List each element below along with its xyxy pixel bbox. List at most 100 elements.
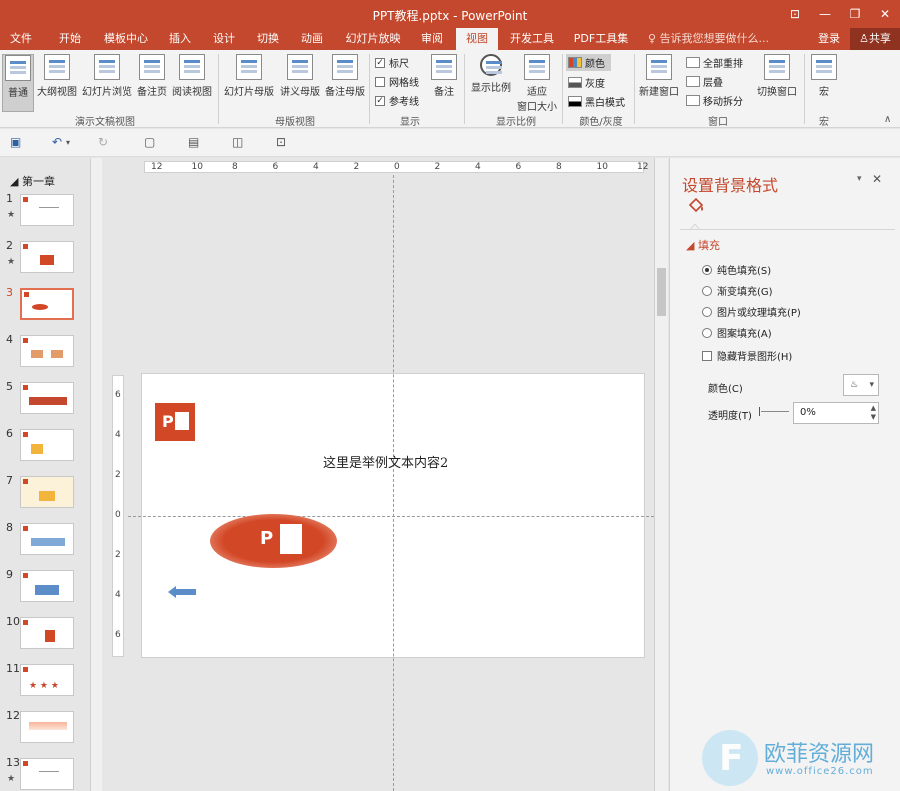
switch-window-button[interactable]: 切换窗口 — [752, 54, 802, 98]
gridlines-checkbox[interactable]: 网格线 — [375, 74, 419, 89]
present-online-icon[interactable]: ◫ — [232, 135, 243, 149]
slide-thumbnail-6[interactable] — [20, 429, 74, 461]
horizontal-ruler[interactable]: 12 10 8 6 4 2 0 2 4 6 8 10 12 — [144, 161, 648, 173]
color-mode-label: 颜色 — [585, 59, 605, 70]
slide-thumbnail-7[interactable] — [20, 476, 74, 508]
tab-transitions[interactable]: 切换 — [250, 28, 286, 50]
powerpoint-logo-icon[interactable]: P — [155, 403, 195, 441]
tab-animations[interactable]: 动画 — [294, 28, 330, 50]
fill-color-icon: ♨ — [850, 380, 859, 390]
save-icon[interactable]: ▣ — [10, 135, 21, 149]
tell-me-search[interactable]: ♀ 告诉我您想要做什么... — [648, 28, 769, 50]
move-split-button[interactable]: 移动拆分 — [686, 93, 743, 108]
fit-to-window-button[interactable]: 适应 窗口大小 — [514, 54, 560, 113]
color-mode-button[interactable]: 颜色 — [566, 54, 611, 71]
color-picker-button[interactable]: ♨ ▾ — [843, 374, 879, 396]
slide-thumbnail-11[interactable]: ★ ★ ★ — [20, 664, 74, 696]
normal-view-button[interactable]: 普通 — [2, 54, 34, 112]
reading-view-button[interactable]: 阅读视图 — [170, 54, 214, 98]
ellipse-ppt-logo-icon[interactable]: P — [210, 514, 337, 568]
fill-section-header[interactable]: ◢ 填充 — [686, 237, 720, 253]
cascade-button[interactable]: 层叠 — [686, 74, 723, 89]
notes-page-button[interactable]: 备注页 — [135, 54, 169, 98]
slide-thumbnail-4[interactable] — [20, 335, 74, 367]
restore-button[interactable]: ❐ — [840, 0, 870, 28]
slide-thumbnail-13[interactable] — [20, 758, 74, 790]
pin-icon[interactable]: ⊡ — [276, 135, 286, 149]
slide-thumbnail-10[interactable] — [20, 617, 74, 649]
cascade-label: 层叠 — [703, 78, 723, 89]
transparency-slider[interactable] — [761, 411, 789, 412]
arrange-all-button[interactable]: 全部重排 — [686, 55, 743, 70]
tab-file[interactable]: 文件 — [0, 28, 42, 50]
tab-pdf-tools[interactable]: PDF工具集 — [566, 28, 636, 50]
macros-button[interactable]: 宏 — [808, 54, 840, 98]
solid-fill-radio[interactable]: 纯色填充(S) — [702, 262, 771, 277]
pane-close-icon[interactable]: ✕ — [872, 172, 882, 186]
vertical-ruler[interactable]: 6 4 2 0 2 4 6 — [112, 375, 124, 657]
tab-developer[interactable]: 开发工具 — [504, 28, 560, 50]
tab-view[interactable]: 视图 — [456, 28, 498, 50]
slide-thumbnail-2[interactable] — [20, 241, 74, 273]
slide-sorter-button[interactable]: 幻灯片浏览 — [80, 54, 134, 98]
slide-textbox[interactable]: 这里是举例文本内容2 — [323, 452, 448, 471]
slide-thumbnail-12[interactable] — [20, 711, 74, 743]
ruler-tick-label: 10 — [596, 162, 608, 172]
login-link[interactable]: 登录 — [818, 28, 840, 50]
guides-checkbox[interactable]: ✓ 参考线 — [375, 93, 419, 108]
paint-bucket-icon[interactable] — [686, 196, 706, 216]
zoom-button[interactable]: 显示比例 — [468, 54, 514, 94]
hide-background-checkbox[interactable]: 隐藏背景图形(H) — [702, 348, 792, 363]
grayscale-button[interactable]: 灰度 — [568, 75, 605, 90]
slide-thumbnail-8[interactable] — [20, 523, 74, 555]
textbox-icon[interactable]: ▤ — [188, 135, 199, 149]
transparency-slider-knob[interactable] — [759, 407, 760, 416]
slide-thumbnail-3[interactable] — [20, 288, 74, 320]
pattern-fill-radio[interactable]: 图案填充(A) — [702, 325, 772, 340]
slide-thumbnail-9[interactable] — [20, 570, 74, 602]
left-arrow-icon[interactable] — [168, 586, 196, 598]
undo-icon[interactable]: ↶ — [52, 135, 62, 149]
pane-options-icon[interactable]: ▾ — [857, 174, 862, 184]
watermark-url: www.office26.com — [766, 766, 874, 777]
outline-view-button[interactable]: 大纲视图 — [36, 54, 78, 98]
ruler-checkbox[interactable]: ✓ 标尺 — [375, 55, 409, 70]
dropdown-arrow-icon: ▾ — [869, 380, 874, 390]
arrange-all-label: 全部重排 — [703, 59, 743, 70]
tab-review[interactable]: 审阅 — [414, 28, 450, 50]
minimize-button[interactable]: — — [810, 0, 840, 28]
new-window-button[interactable]: 新建窗口 — [637, 54, 681, 98]
slide-number: 8 — [6, 521, 13, 534]
ribbon-display-icon[interactable]: ⊡ — [780, 0, 810, 28]
handout-master-button[interactable]: 讲义母版 — [277, 54, 323, 98]
horizontal-guide[interactable] — [128, 516, 654, 517]
redo-icon[interactable]: ↻ — [98, 135, 108, 149]
start-from-beginning-icon[interactable]: ▢ — [144, 135, 155, 149]
undo-dropdown-icon[interactable]: ▾ — [66, 138, 70, 147]
notes-button[interactable]: 备注 — [428, 54, 460, 98]
share-label: 共享 — [868, 32, 891, 45]
tab-slideshow[interactable]: 幻灯片放映 — [338, 28, 408, 50]
vertical-guide[interactable] — [393, 175, 394, 791]
tab-design[interactable]: 设计 — [206, 28, 242, 50]
close-button[interactable]: ✕ — [870, 0, 900, 28]
tab-home[interactable]: 开始 — [50, 28, 90, 50]
tab-template-center[interactable]: 模板中心 — [98, 28, 154, 50]
gradient-fill-radio[interactable]: 渐变填充(G) — [702, 283, 773, 298]
section-header[interactable]: ◢ 第一章 — [10, 173, 55, 189]
share-button[interactable]: ♙共享 — [850, 28, 900, 50]
black-white-button[interactable]: 黑白模式 — [568, 94, 625, 109]
slide-thumbnail-5[interactable] — [20, 382, 74, 414]
slide-thumbnail-1[interactable] — [20, 194, 74, 226]
slide-master-button[interactable]: 幻灯片母版 — [222, 54, 276, 98]
notes-master-button[interactable]: 备注母版 — [323, 54, 367, 98]
spinner-icon[interactable]: ▲ ▼ — [871, 404, 876, 422]
thumbnails-scrollbar[interactable] — [90, 158, 102, 791]
transparency-input[interactable]: 0% ▲ ▼ — [793, 402, 879, 424]
lightbulb-icon: ♀ — [648, 32, 660, 45]
tab-insert[interactable]: 插入 — [162, 28, 198, 50]
picture-fill-radio[interactable]: 图片或纹理填充(P) — [702, 304, 801, 319]
collapse-ribbon-icon[interactable]: ∧ — [884, 114, 891, 125]
editor-scrollbar[interactable] — [654, 158, 668, 791]
scrollbar-thumb[interactable] — [657, 268, 666, 316]
